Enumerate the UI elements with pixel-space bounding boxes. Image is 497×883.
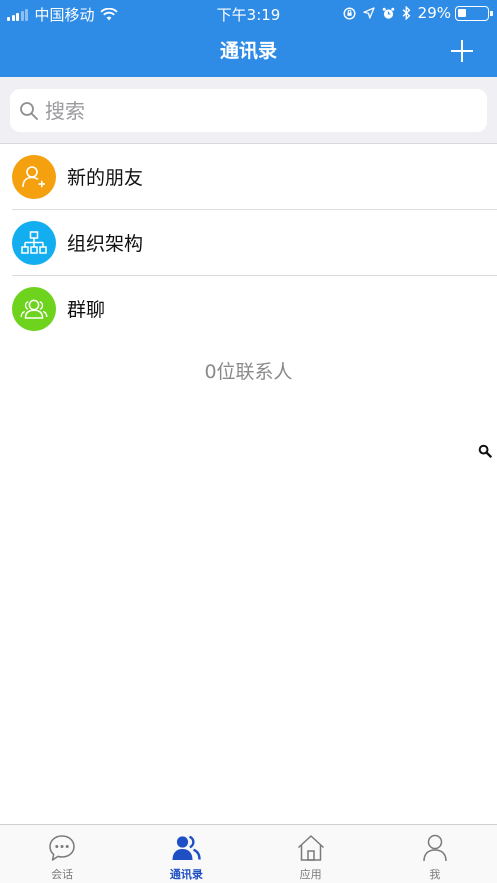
contacts-screen: 中国移动 下午3:19 29% 通讯录 搜索 新的朋友 组织架构 群聊 0位联系…: [0, 0, 497, 883]
index-search-icon[interactable]: [478, 444, 492, 458]
header-bar: 中国移动 下午3:19 29% 通讯录: [0, 0, 497, 77]
group-chat-label: 群聊: [67, 299, 106, 321]
group-avatar: [12, 286, 56, 331]
search-icon: [20, 101, 38, 120]
tab-apps-label: 应用: [299, 868, 322, 881]
org-chart-avatar: [12, 220, 56, 265]
group-icon: [20, 299, 48, 319]
search-bar[interactable]: [10, 89, 487, 132]
contact-count: 0位联系人: [204, 361, 293, 383]
location-arrow-icon: [363, 7, 375, 19]
tab-chat[interactable]: 会话: [0, 825, 124, 883]
contact-entries: 新的朋友 组织架构 群聊: [0, 144, 497, 341]
contacts-icon: [172, 835, 202, 860]
tab-apps[interactable]: 应用: [249, 825, 373, 883]
tab-contacts-label: 通讯录: [169, 868, 203, 881]
chat-icon: [49, 835, 75, 861]
new-friends-row[interactable]: 新的朋友: [0, 144, 497, 209]
battery-icon: [455, 5, 493, 21]
rotation-lock-icon: [343, 6, 356, 20]
org-structure-label: 组织架构: [67, 233, 144, 255]
person-icon: [423, 834, 447, 862]
tab-me-label: 我: [429, 868, 441, 881]
group-chat-row[interactable]: 群聊: [0, 276, 497, 341]
page-title: 通讯录: [219, 40, 277, 62]
tab-me[interactable]: 我: [373, 825, 497, 883]
tab-chat-label: 会话: [51, 868, 74, 881]
plus-icon[interactable]: [449, 38, 475, 64]
tab-bar: 会话 通讯录 应用 我: [0, 824, 497, 883]
status-right: 29%: [336, 4, 493, 22]
new-friends-label: 新的朋友: [67, 167, 144, 189]
alarm-clock-icon: [382, 7, 394, 19]
add-friend-icon: [22, 165, 45, 187]
org-chart-icon: [21, 230, 47, 254]
search-section: [0, 77, 497, 144]
search-input[interactable]: [45, 98, 465, 123]
bluetooth-icon: [402, 6, 411, 20]
status-bar: 中国移动 下午3:19 29%: [0, 0, 497, 26]
tab-contacts[interactable]: 通讯录: [124, 825, 248, 883]
battery-percent: 29%: [417, 4, 451, 22]
org-structure-row[interactable]: 组织架构: [0, 210, 497, 275]
home-app-icon: [297, 835, 324, 861]
add-friend-avatar: [12, 154, 56, 199]
